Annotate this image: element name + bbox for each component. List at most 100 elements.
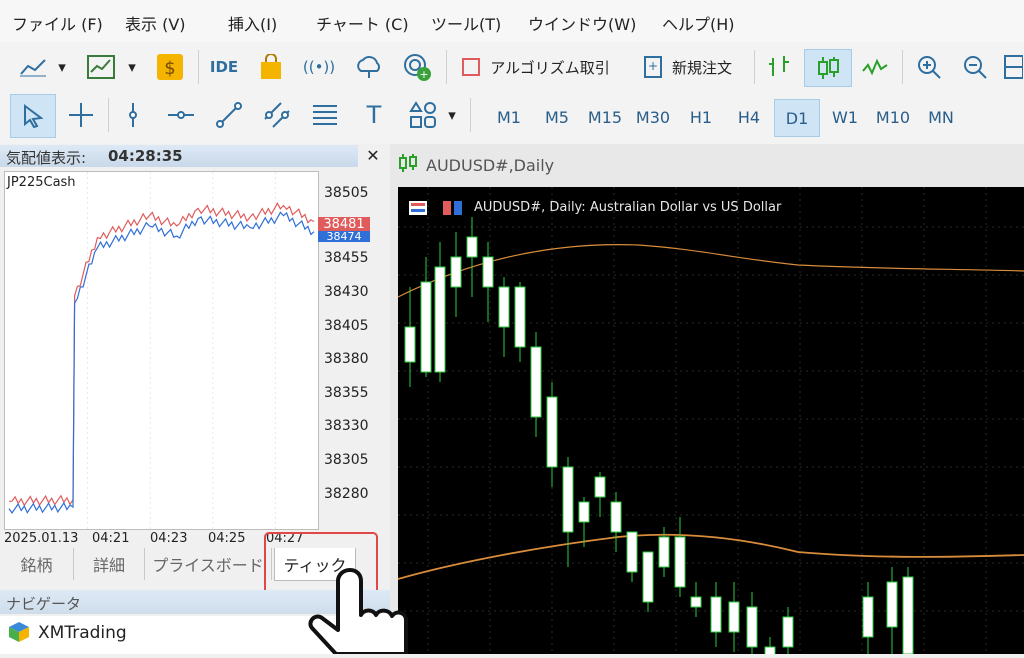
- dollar-icon[interactable]: $: [154, 49, 186, 85]
- depth-of-market-icon[interactable]: [442, 200, 464, 220]
- cloud-icon[interactable]: [350, 49, 388, 85]
- vertical-line-icon[interactable]: [116, 97, 150, 133]
- ask-series-line: [8, 202, 315, 507]
- menu-window[interactable]: ウインドウ(W): [528, 11, 636, 35]
- timeframe-h1[interactable]: H1: [680, 99, 722, 135]
- y-tick-label: 38430: [324, 284, 369, 300]
- candle-body: [674, 536, 686, 588]
- timeframe-m5[interactable]: M5: [536, 99, 578, 135]
- new-order-button[interactable]: + 新規注文: [630, 49, 746, 85]
- menu-chart[interactable]: チャート (C): [316, 11, 409, 35]
- cursor-icon[interactable]: [10, 94, 56, 138]
- candlestick-icon[interactable]: [804, 49, 852, 87]
- candle-body: [546, 396, 558, 468]
- algo-trading-icon: [462, 58, 481, 76]
- shopping-bag-icon[interactable]: [254, 49, 288, 85]
- candle-body: [466, 236, 478, 258]
- shapes-icon[interactable]: [404, 97, 442, 133]
- tab-details[interactable]: 詳細: [74, 548, 145, 580]
- candle-body: [690, 596, 702, 608]
- new-order-icon: +: [643, 56, 662, 78]
- candle-body: [562, 466, 574, 533]
- candle-body: [862, 596, 874, 638]
- line-chart-icon[interactable]: [14, 49, 52, 85]
- price-chart-plot: [398, 187, 1024, 654]
- chevron-down-icon[interactable]: ▾: [444, 97, 460, 133]
- candle-body: [482, 256, 494, 288]
- menu-insert[interactable]: 挿入(I): [228, 11, 277, 35]
- bar-chart-icon[interactable]: [760, 49, 798, 85]
- tab-price-board[interactable]: プライスボード: [145, 548, 272, 580]
- y-tick-label: 38280: [324, 486, 369, 502]
- candle-body: [710, 596, 722, 633]
- algo-trading-button[interactable]: アルゴリズム取引: [456, 49, 616, 85]
- chevron-down-icon[interactable]: ▾: [54, 49, 70, 85]
- timeframe-m15[interactable]: M15: [584, 99, 626, 135]
- candle-body: [594, 476, 606, 498]
- tile-windows-icon[interactable]: [1002, 49, 1024, 85]
- menu-bar: ファイル (F) 表示 (V) 挿入(I) チャート (C) ツール(T) ウイ…: [0, 0, 1024, 43]
- signal-icon[interactable]: ((•)): [302, 49, 336, 85]
- crosshair-icon[interactable]: [62, 97, 100, 133]
- timeframe-m10[interactable]: M10: [872, 99, 914, 135]
- y-tick-label: 38405: [324, 318, 369, 334]
- menu-file[interactable]: ファイル (F): [12, 11, 103, 35]
- trendline-icon[interactable]: [210, 97, 248, 133]
- candlestick-icon: [398, 153, 418, 177]
- close-icon[interactable]: ✕: [362, 145, 384, 167]
- tick-chart-plot: [8, 172, 315, 529]
- timeframe-mn[interactable]: MN: [920, 99, 962, 135]
- channel-icon[interactable]: [258, 97, 296, 133]
- tick-chart: JP225Cash: [4, 171, 319, 530]
- line-mode-icon[interactable]: [856, 49, 894, 85]
- tab-symbols[interactable]: 銘柄: [0, 548, 74, 580]
- broker-name[interactable]: XMTrading: [38, 623, 127, 643]
- moving-average-line: [398, 533, 1024, 580]
- ide-button[interactable]: IDE: [204, 49, 244, 85]
- zoom-out-icon[interactable]: [956, 49, 994, 85]
- candle-body: [764, 646, 776, 654]
- market-watch-title: 気配値表示: 04:28:35: [0, 145, 358, 167]
- timeframe-w1[interactable]: W1: [824, 99, 866, 135]
- timeframe-d1[interactable]: D1: [774, 99, 820, 137]
- new-order-label: 新規注文: [671, 58, 732, 77]
- y-tick-label: 38330: [324, 418, 369, 434]
- candle-body: [578, 501, 590, 523]
- algo-trading-label: アルゴリズム取引: [490, 58, 610, 77]
- broker-logo-icon: [8, 621, 30, 647]
- x-tick-label: 2025.01.13: [4, 531, 79, 546]
- candle-body: [746, 606, 758, 648]
- y-tick-label: 38355: [324, 385, 369, 401]
- navigator-title-label: ナビゲータ: [6, 595, 82, 613]
- timeframe-h4[interactable]: H4: [728, 99, 770, 135]
- menu-help[interactable]: ヘルプ(H): [662, 11, 735, 35]
- svg-text:$: $: [164, 58, 175, 79]
- fibonacci-icon[interactable]: [306, 97, 344, 133]
- text-icon[interactable]: T: [356, 97, 392, 133]
- price-chart[interactable]: [398, 187, 1024, 654]
- menu-view[interactable]: 表示 (V): [125, 11, 186, 35]
- zoom-in-icon[interactable]: [910, 49, 948, 85]
- timeframe-m30[interactable]: M30: [632, 99, 674, 135]
- new-signal-icon[interactable]: +: [398, 49, 436, 85]
- x-tick-label: 04:21: [92, 531, 130, 546]
- x-tick-label: 04:25: [208, 531, 246, 546]
- candle-body: [420, 281, 432, 373]
- svg-text:+: +: [419, 68, 428, 81]
- market-watch-title-label: 気配値表示:: [6, 149, 87, 167]
- candle-body: [498, 286, 510, 328]
- y-tick-label: 38305: [324, 452, 369, 468]
- one-click-trading-icon[interactable]: [408, 200, 428, 220]
- chart-window-tab[interactable]: AUDUSD#,Daily: [398, 148, 554, 182]
- menu-tools[interactable]: ツール(T): [431, 11, 501, 35]
- y-tick-label: 38505: [324, 185, 369, 201]
- horizontal-line-icon[interactable]: [162, 97, 200, 133]
- bid-price-badge: 38474: [318, 231, 370, 242]
- chart-template-icon[interactable]: [82, 49, 120, 85]
- chevron-down-icon[interactable]: ▾: [124, 49, 140, 85]
- hand-pointer-icon: [300, 566, 430, 656]
- candle-body: [610, 501, 622, 533]
- candle-body: [902, 576, 914, 654]
- candle-body: [886, 581, 898, 628]
- timeframe-m1[interactable]: M1: [488, 99, 530, 135]
